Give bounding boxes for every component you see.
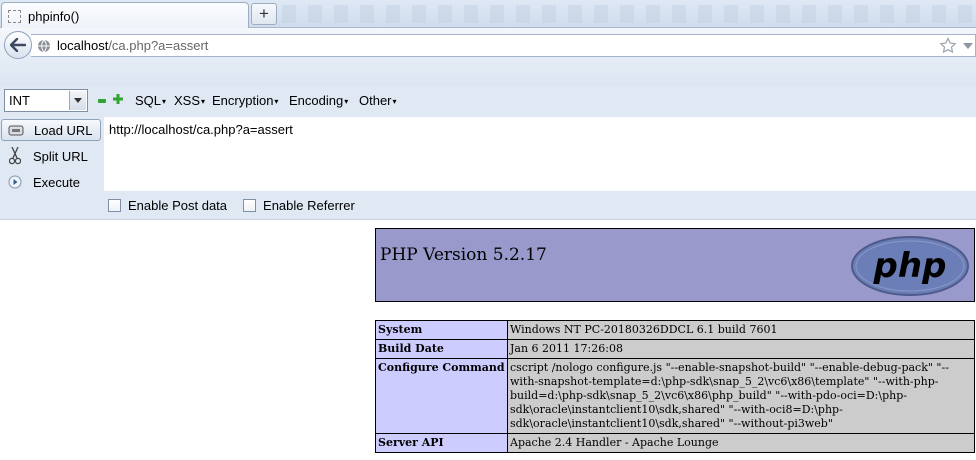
globe-icon [38, 39, 50, 52]
url-path: /ca.php?a=assert [108, 38, 209, 53]
back-button[interactable] [4, 31, 32, 59]
table-row: Server API Apache 2.4 Handler - Apache L… [375, 433, 975, 453]
url-host: localhost [57, 38, 109, 53]
enable-referrer-checkbox[interactable] [243, 199, 257, 212]
table-row: System Windows NT PC-20180326DDCL 6.1 bu… [375, 320, 975, 340]
row-value: Apache 2.4 Handler - Apache Lounge [507, 433, 975, 453]
hackbar-options: Enable Post data Enable Referrer [108, 198, 371, 213]
php-logo[interactable]: php [850, 235, 970, 297]
tab-strip: phpinfo() + [0, 0, 976, 29]
enable-referrer-label: Enable Referrer [263, 198, 355, 213]
increase-icon[interactable] [113, 94, 123, 104]
menu-encryption[interactable]: Encryption▾ [212, 93, 278, 108]
table-row: Configure Command cscript /nologo config… [375, 358, 975, 434]
table-row: Build Date Jan 6 2011 17:26:08 [375, 339, 975, 359]
play-icon [5, 175, 25, 189]
enable-post-checkbox[interactable] [108, 199, 121, 212]
row-key: Server API [375, 433, 508, 453]
split-url-button[interactable]: Split URL [1, 145, 101, 167]
new-tab-button[interactable]: + [251, 3, 277, 25]
split-url-label: Split URL [33, 148, 88, 164]
row-key: Configure Command [375, 358, 508, 434]
row-value: Windows NT PC-20180326DDCL 6.1 build 760… [507, 320, 975, 340]
scissors-icon [5, 147, 25, 165]
hackbar-panel: INT SQL▾ XSS▾ Encryption▾ Encoding▾ Othe… [0, 86, 976, 220]
php-info-table: System Windows NT PC-20180326DDCL 6.1 bu… [375, 320, 975, 453]
execute-button[interactable]: Execute [1, 171, 101, 193]
int-type-select[interactable]: INT [4, 89, 88, 112]
execute-label: Execute [33, 174, 80, 190]
page-title: PHP Version 5.2.17 [380, 245, 547, 265]
url-textarea[interactable]: http://localhost/ca.php?a=assert [104, 117, 976, 191]
load-url-button[interactable]: Load URL [1, 119, 101, 141]
bookmark-star-icon[interactable] [939, 37, 957, 55]
chevron-down-icon [69, 91, 86, 110]
tab-title: phpinfo() [28, 8, 80, 24]
svg-text:php: php [873, 246, 947, 286]
menu-sql[interactable]: SQL▾ [135, 93, 166, 108]
decrease-icon[interactable] [98, 99, 106, 103]
row-value: Jan 6 2011 17:26:08 [507, 339, 975, 359]
page-favicon-icon [8, 9, 21, 23]
toolbar-icons-strip [282, 5, 976, 23]
hackbar-menu: INT SQL▾ XSS▾ Encryption▾ Encoding▾ Othe… [0, 86, 976, 116]
load-url-label: Load URL [34, 122, 93, 138]
address-bar[interactable]: localhost/ca.php?a=assert [31, 34, 976, 57]
row-value: cscript /nologo configure.js "--enable-s… [507, 358, 975, 434]
navigation-bar: localhost/ca.php?a=assert [0, 28, 976, 62]
row-key: Build Date [375, 339, 508, 359]
url-history-dropdown-icon[interactable] [963, 43, 973, 49]
back-arrow-icon [10, 38, 26, 52]
tab-phpinfo[interactable]: phpinfo() [1, 2, 249, 29]
menu-other[interactable]: Other▾ [359, 93, 397, 108]
select-value: INT [9, 93, 30, 108]
menu-xss[interactable]: XSS▾ [174, 93, 205, 108]
load-url-icon [6, 123, 26, 137]
enable-post-label: Enable Post data [128, 198, 228, 213]
toolbar-area [0, 62, 976, 86]
php-version-header: PHP Version 5.2.17 php [375, 228, 975, 302]
hackbar-divider [0, 219, 976, 220]
row-key: System [375, 320, 508, 340]
menu-encoding[interactable]: Encoding▾ [289, 93, 348, 108]
